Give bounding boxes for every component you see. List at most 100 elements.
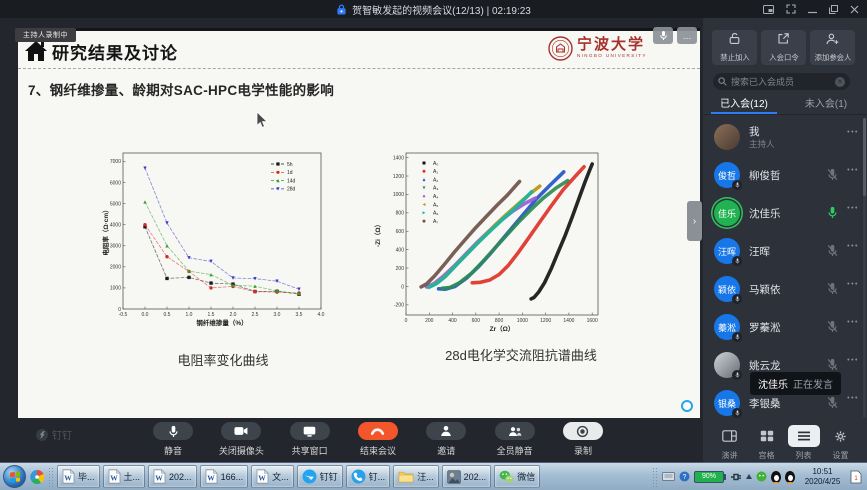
slide-expand-chevron[interactable]: ›	[687, 201, 702, 241]
participant-more-icon[interactable]: •••	[847, 243, 859, 250]
search-clear-icon[interactable]: ×	[835, 77, 845, 87]
windows-taskbar: W毕... W 土... W202...W166...W文...钉钉钉... 汪... 2…	[0, 462, 867, 490]
sidebar-action-label: 禁止加入	[720, 52, 749, 62]
taskbar-button-label: 166...	[221, 472, 244, 482]
taskbar-word-button[interactable]: W166...	[200, 465, 249, 488]
avatar: 蓁淞	[714, 314, 740, 340]
sidebar-top-actions: 禁止加入 入会口令添加参会人	[712, 30, 855, 65]
scrollbar-thumb[interactable]	[863, 118, 866, 196]
taskbar-word-button[interactable]: W毕...	[57, 465, 100, 488]
view-gear[interactable]: 设置	[824, 422, 858, 461]
home-icon	[24, 40, 48, 62]
participant-name: 我	[749, 124, 760, 139]
control-invite-button[interactable]: 邀请	[413, 422, 479, 457]
university-name-en: NINGBO UNIVERSITY	[577, 54, 647, 59]
close-icon[interactable]	[850, 5, 859, 14]
taskbar-button-label: 202...	[169, 472, 192, 482]
photo-icon	[447, 470, 461, 484]
qq-tray-icon-2[interactable]	[785, 471, 795, 483]
avatar: 汪晖	[714, 238, 740, 264]
svg-text:-Zi（Ω）: -Zi（Ω）	[374, 221, 382, 247]
participant-more-icon[interactable]: •••	[847, 319, 859, 326]
sidebar-action-sharelink[interactable]: 入会口令	[761, 30, 806, 65]
listview-icon	[788, 425, 820, 447]
taskbar-dingcall-button[interactable]: 钉...	[346, 465, 391, 488]
slide-section-title: 7、钢纤维掺量、龄期对SAC-HPC电学性能的影响	[28, 79, 334, 99]
battery-indicator[interactable]: 90%	[694, 471, 726, 483]
taskbar-photo-button[interactable]: 202...	[442, 465, 492, 488]
notification-doc-icon[interactable]: 1	[850, 470, 862, 484]
participant-row[interactable]: 俊哲柳俊哲•••	[703, 156, 867, 194]
control-share-button[interactable]: 共享窗口	[277, 422, 343, 457]
control-label: 关闭摄像头	[219, 444, 264, 457]
control-camera-button[interactable]: 关闭摄像头	[208, 422, 274, 457]
svg-text:400: 400	[448, 318, 457, 324]
sidebar-action-personadd[interactable]: 添加参会人	[810, 30, 855, 65]
taskbar-button-label: 毕...	[78, 470, 95, 483]
participant-more-icon[interactable]: •••	[847, 205, 859, 212]
overlay-mic-button[interactable]	[653, 27, 673, 44]
start-button[interactable]	[3, 465, 26, 488]
svg-text:1400: 1400	[393, 155, 404, 161]
maximize-icon[interactable]	[829, 5, 838, 14]
participant-row[interactable]: 汪晖汪晖•••	[703, 232, 867, 270]
taskbar-button-label: 土...	[124, 470, 141, 483]
participant-more-icon[interactable]: •••	[847, 281, 859, 288]
control-endcall-button[interactable]: 结束会议	[345, 422, 411, 457]
taskbar-wechat-button[interactable]: 微信	[494, 465, 540, 488]
view-speakerview[interactable]: 演讲	[713, 422, 747, 461]
participant-row[interactable]: 蓁淞罗蓁淞 •••	[703, 308, 867, 346]
feedback-circle-icon[interactable]	[681, 400, 693, 412]
sidebar-action-lockopen[interactable]: 禁止加入	[712, 30, 757, 65]
participant-more-icon[interactable]: •••	[847, 129, 859, 136]
avatar: 俊哲	[714, 162, 740, 188]
tray-expand-icon[interactable]	[746, 474, 752, 479]
search-input[interactable]: 搜索已入会成员 ×	[713, 73, 850, 90]
svg-text:A₆: A₆	[433, 211, 438, 217]
taskbar-dingtalk-button[interactable]: 钉钉	[297, 465, 343, 488]
dingcall-icon	[351, 469, 366, 484]
taskbar-clock[interactable]: 10:51 2020/4/25	[799, 467, 846, 486]
svg-text:1.0: 1.0	[186, 312, 193, 318]
svg-text:600: 600	[472, 318, 481, 324]
taskbar-word-button[interactable]: W 土...	[103, 465, 146, 488]
phone-badge-icon	[732, 332, 742, 342]
minimize-icon[interactable]	[808, 5, 817, 14]
help-tray-icon[interactable]: ?	[679, 471, 690, 482]
svg-text:W: W	[110, 474, 118, 483]
control-mic-button[interactable]: 静音	[140, 422, 206, 457]
participant-name: 罗蓁淞	[749, 320, 781, 335]
meeting-control-bar: 静音关闭摄像头共享窗口结束会议邀请全员静音录制	[140, 422, 616, 457]
fullscreen-icon[interactable]	[786, 4, 796, 14]
tab-not-joined[interactable]: 未入会(1)	[785, 95, 867, 114]
pip-icon[interactable]	[763, 5, 774, 14]
taskbar-folder-button[interactable]: 汪...	[393, 465, 439, 488]
participant-more-icon[interactable]: •••	[847, 395, 859, 402]
view-gridview[interactable]: 宫格	[750, 422, 784, 461]
tab-joined[interactable]: 已入会(12)	[703, 95, 785, 114]
mic-icon	[153, 422, 193, 440]
participant-more-icon[interactable]: •••	[847, 167, 859, 174]
mouse-cursor	[256, 111, 268, 129]
participant-more-icon[interactable]: •••	[847, 357, 859, 364]
taskbar-button-label: 汪...	[417, 470, 434, 483]
participant-row[interactable]: 佳乐沈佳乐•••	[703, 194, 867, 232]
input-method-icon[interactable]	[662, 472, 675, 481]
mic-muted-icon	[827, 244, 838, 262]
taskbar-word-button[interactable]: W202...	[148, 465, 197, 488]
overlay-more-button[interactable]: …	[677, 27, 697, 44]
taskbar-word-button[interactable]: W文...	[251, 465, 294, 488]
participant-row[interactable]: 颖依马颖依•••	[703, 270, 867, 308]
svg-text:7000: 7000	[110, 159, 121, 165]
pinwheel-app-icon[interactable]	[29, 469, 45, 485]
view-listview[interactable]: 列表	[787, 422, 821, 461]
svg-text:0.0: 0.0	[142, 312, 149, 318]
qq-tray-icon-1[interactable]	[771, 471, 781, 483]
control-record-button[interactable]: 录制	[550, 422, 616, 457]
svg-text:0: 0	[118, 307, 121, 313]
control-muteall-button[interactable]: 全员静音	[482, 422, 548, 457]
dingtalk-icon	[302, 469, 317, 484]
participant-row[interactable]: 我主持人•••	[703, 118, 867, 156]
speaking-toast: 沈佳乐 正在发言	[750, 372, 841, 395]
wechat-tray-icon[interactable]	[756, 471, 767, 482]
